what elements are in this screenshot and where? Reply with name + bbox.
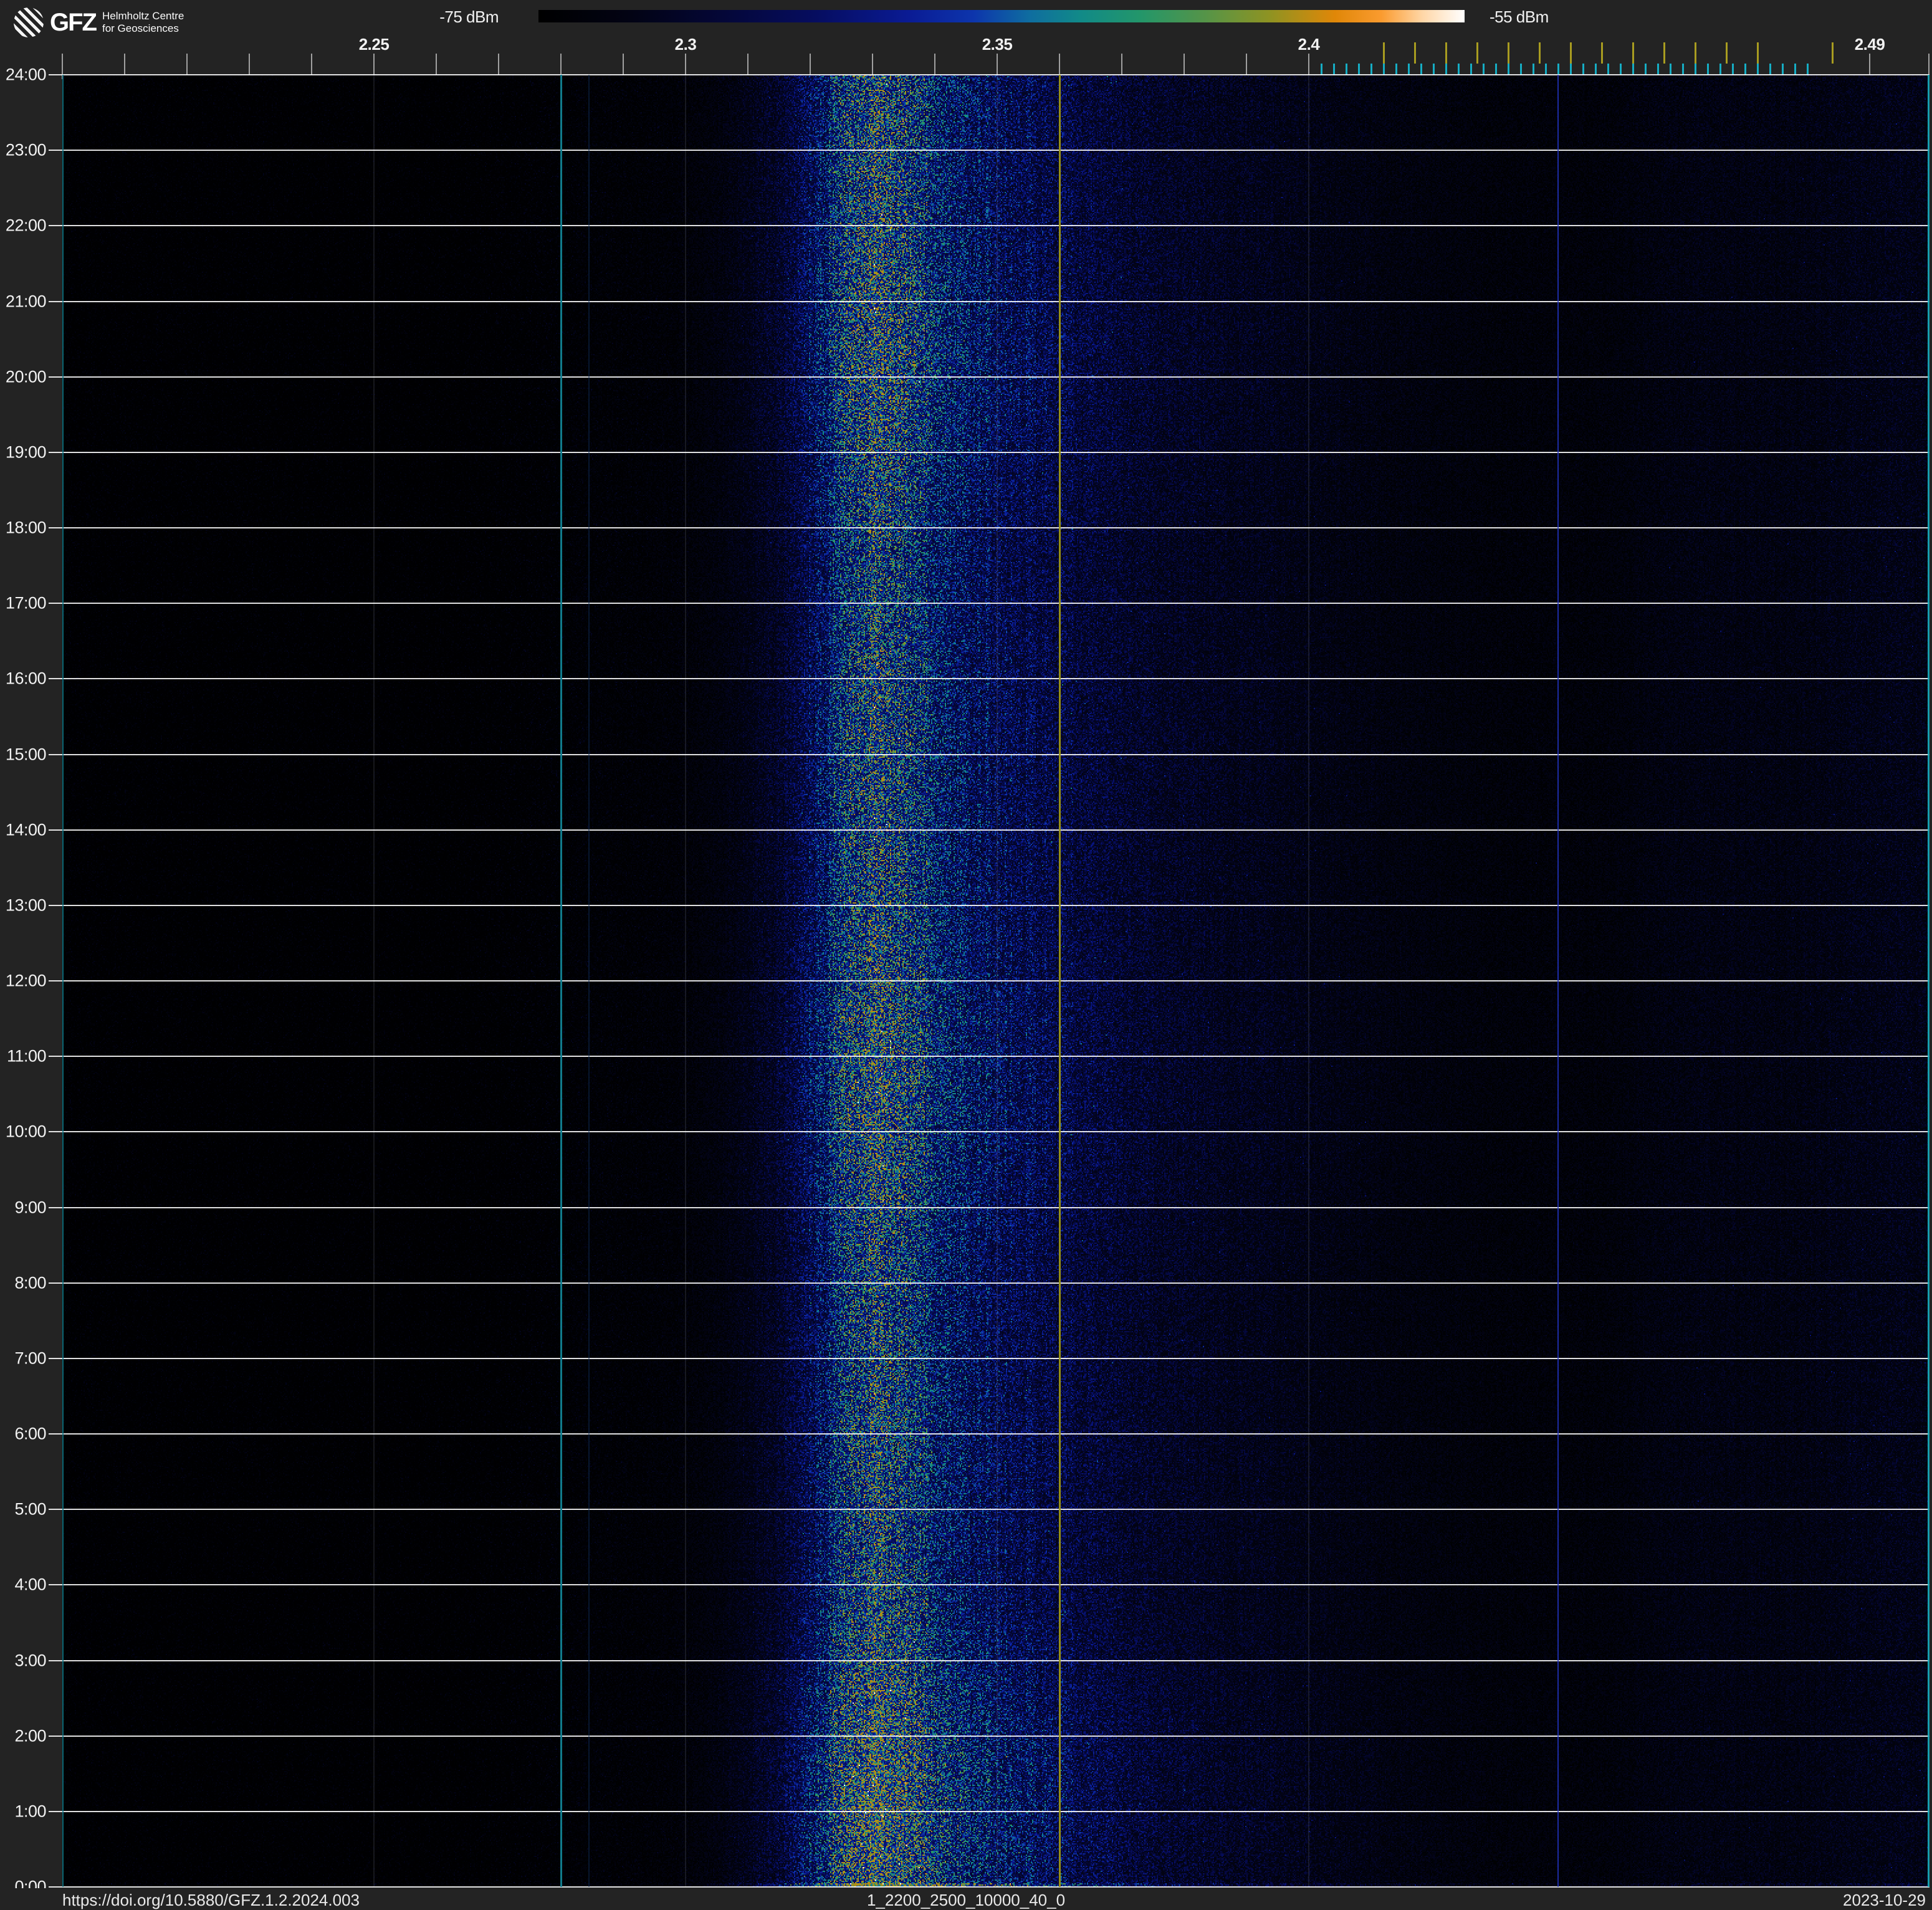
wifi-channel-tick <box>1539 42 1541 64</box>
hour-label: 11:00 <box>6 1046 47 1066</box>
hour-label: 24:00 <box>5 65 47 84</box>
wifi-channel-tick <box>1414 42 1416 64</box>
wifi-channel-tick <box>1832 42 1834 64</box>
hour-gridline <box>49 1886 1930 1888</box>
dataset-id-text: 1_2200_2500_10000_40_0 <box>866 1891 1066 1909</box>
hour-label: 9:00 <box>14 1198 46 1216</box>
hour-gridline <box>49 1509 1930 1511</box>
hour-label: 14:00 <box>5 820 47 839</box>
wifi-channel-tick <box>1508 42 1509 64</box>
wifi-channel-tick <box>1476 42 1478 64</box>
hour-gridline <box>49 74 1930 75</box>
hour-label: 6:00 <box>14 1424 46 1443</box>
wifi-channel-tick <box>1726 42 1728 64</box>
hour-label: 13:00 <box>5 895 47 915</box>
band-edge-line-2.2-ghz <box>62 75 64 1887</box>
colorbar-max-label: -55 dBm <box>1490 7 1549 26</box>
gfz-logo-icon <box>14 7 44 37</box>
hour-gridline <box>49 1206 1930 1208</box>
footer-bar: https://doi.org/10.5880/GFZ.1.2.2024.003… <box>0 1888 1932 1909</box>
hour-label: 16:00 <box>5 669 47 688</box>
hour-gridline <box>49 1659 1930 1661</box>
hour-gridline <box>49 1131 1930 1133</box>
wifi-channel-tick <box>1445 42 1447 64</box>
hour-gridline <box>49 1584 1930 1586</box>
frequency-axis: 2.25 2.3 2.35 2.4 2.49 <box>0 35 1932 80</box>
hour-gridline <box>49 527 1930 528</box>
hour-gridline <box>49 753 1930 755</box>
wifi-channel-tick <box>1601 42 1603 64</box>
date-text: 2023-10-29 <box>1843 1891 1926 1909</box>
freq-axis-label: 2.35 <box>982 35 1013 54</box>
hour-gridline <box>49 300 1930 302</box>
hour-gridline <box>49 376 1930 378</box>
hour-gridline <box>49 678 1930 680</box>
hour-gridline <box>49 603 1930 604</box>
hour-label: 12:00 <box>5 971 47 990</box>
wifi-channel-tick <box>1383 42 1385 64</box>
gfz-logo: GFZ Helmholtz Centre for Geosciences <box>14 7 184 37</box>
carrier-line-2.36-ghz <box>1058 75 1061 1887</box>
header-bar: GFZ Helmholtz Centre for Geosciences -75… <box>0 0 1932 37</box>
hour-gridline <box>49 1056 1930 1058</box>
hour-label: 20:00 <box>5 367 47 386</box>
hour-gridline <box>49 1433 1930 1435</box>
hour-label: 7:00 <box>14 1349 46 1368</box>
hour-label: 22:00 <box>5 216 47 235</box>
hour-label: 1:00 <box>14 1802 46 1821</box>
carrier-line-2.28-ghz <box>560 75 562 1887</box>
hour-label: 8:00 <box>14 1273 46 1292</box>
hour-label: 10:00 <box>5 1122 47 1141</box>
hour-label: 17:00 <box>5 593 47 613</box>
hour-label: 15:00 <box>5 745 47 763</box>
hour-label: 3:00 <box>14 1651 46 1669</box>
band-edge-line-2.4995-ghz <box>1928 75 1930 1887</box>
freq-axis-label: 2.49 <box>1854 35 1885 54</box>
gfz-logo-subtitle-line1: Helmholtz Centre <box>102 10 184 22</box>
hour-gridline <box>49 829 1930 831</box>
freq-axis-label: 2.25 <box>358 35 390 54</box>
hour-gridline <box>49 1810 1930 1812</box>
hour-gridline <box>49 1282 1930 1284</box>
hour-label: 18:00 <box>5 518 47 537</box>
spectrogram-page: { "header": { "logo_text": "GFZ", "logo_… <box>0 0 1932 1909</box>
hour-label: 23:00 <box>5 140 47 160</box>
hour-label: 4:00 <box>14 1575 46 1594</box>
hour-gridline <box>49 904 1930 906</box>
wifi-channel-tick <box>1695 42 1696 64</box>
hour-label: 19:00 <box>5 442 47 462</box>
freq-axis-label: 2.3 <box>674 35 697 54</box>
hour-label: 5:00 <box>14 1499 46 1519</box>
carrier-line-2.44-ghz <box>1557 75 1559 1887</box>
hour-gridline <box>49 451 1930 453</box>
wifi-channel-tick <box>1632 42 1634 64</box>
hour-label: 21:00 <box>5 292 47 310</box>
gfz-logo-text: GFZ <box>50 9 97 36</box>
gfz-logo-subtitle: Helmholtz Centre for Geosciences <box>102 10 184 35</box>
spectrogram-plot-area <box>49 74 1930 1888</box>
gfz-logo-subtitle-line2: for Geosciences <box>102 22 179 34</box>
hour-gridline <box>49 150 1930 151</box>
wifi-channel-tick <box>1663 42 1665 64</box>
carrier-line-2.2845-ghz <box>588 75 590 1887</box>
wifi-channel-tick <box>1757 42 1759 64</box>
colorbar-gradient <box>538 10 1465 22</box>
hour-label: 2:00 <box>14 1726 46 1745</box>
hour-gridline <box>49 980 1930 981</box>
colorbar-min-label: -75 dBm <box>439 7 499 26</box>
wifi-channel-tick <box>1570 42 1572 64</box>
freq-axis-label: 2.4 <box>1298 35 1320 54</box>
hour-gridline <box>49 225 1930 227</box>
hour-gridline <box>49 1357 1930 1359</box>
hour-gridline <box>49 1735 1930 1737</box>
